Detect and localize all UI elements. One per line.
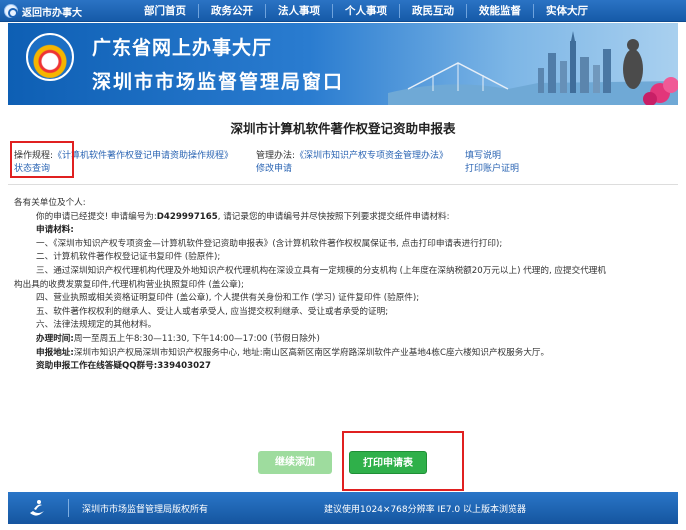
material-item-5: 五、软件著作权权利的继承人、受让人或者承受人, 应当提交权利继承、受让或者承受的… bbox=[36, 306, 389, 317]
material-item-2: 二、计算机软件著作权登记证书复印件 (验原件); bbox=[36, 252, 221, 263]
qq-group: 资助申报工作在线答疑QQ群号:339403027 bbox=[14, 360, 674, 374]
qq-number: 339403027 bbox=[157, 361, 212, 372]
footer: 深圳市市场监督管理局版权所有 建议使用1024×768分辨率 IE7.0 以上版… bbox=[8, 492, 678, 524]
footer-copyright: 深圳市市场监督管理局版权所有 bbox=[82, 505, 209, 515]
home-icon bbox=[4, 4, 18, 18]
footer-logo-icon bbox=[30, 500, 44, 516]
nav-interaction[interactable]: 政民互动 bbox=[399, 4, 466, 18]
nav-service-hall[interactable]: 实体大厅 bbox=[533, 4, 600, 18]
address-value: 深圳市知识产权局深圳市知识产权服务中心, 地址:南山区高新区南区学府路深圳软件产… bbox=[73, 347, 550, 358]
notice-content: 各有关单位及个人: 你的申请已经提交! 申请编号为:D429997165, 请记… bbox=[14, 197, 674, 374]
materials-title: 申请材料: bbox=[36, 225, 74, 236]
office-hours: 办理时间:周一至周五上午8:30—11:30, 下午14:00—17:00 (节… bbox=[14, 333, 674, 347]
rules-link[interactable]: 《计算机软件著作权登记申请资助操作规程》 bbox=[53, 151, 233, 161]
material-item-3-cont: 构出具的收费发票复印件,代理机构营业执照复印件 (盖公章); bbox=[14, 279, 244, 290]
banner-subtitle: 深圳市市场监督管理局窗口 bbox=[92, 71, 345, 93]
material-item-1: 一、《深圳市知识产权专项资金—计算机软件登记资助申报表》(含计算机软件著作权权属… bbox=[36, 238, 503, 249]
nav-gov-affairs[interactable]: 政务公开 bbox=[198, 4, 265, 18]
submission-address: 申报地址:深圳市知识产权局深圳市知识产权服务中心, 地址:南山区高新区南区学府路… bbox=[14, 347, 674, 361]
nav-dept-home[interactable]: 部门首页 bbox=[132, 4, 198, 18]
continue-add-button[interactable]: 继续添加 bbox=[258, 451, 332, 474]
modify-application-link[interactable]: 修改申请 bbox=[256, 164, 292, 174]
emblem-logo bbox=[26, 33, 74, 81]
nav-personal[interactable]: 个人事项 bbox=[332, 4, 399, 18]
main-nav: 部门首页 政务公开 法人事项 个人事项 政民互动 效能监督 实体大厅 bbox=[132, 0, 600, 22]
ops-policy-block: 管理办法:《深圳市知识产权专项资金管理办法》 修改申请 bbox=[256, 150, 448, 176]
highlight-box-ops bbox=[10, 141, 74, 178]
material-item-4: 四、营业执照或相关资格证明复印件 (盖公章), 个人提供有关身份和工作 (学习)… bbox=[36, 293, 420, 304]
back-link-label: 返回市办事大 bbox=[22, 7, 82, 19]
top-nav-bar: 返回市办事大 部门首页 政务公开 法人事项 个人事项 政民互动 效能监督 实体大… bbox=[0, 0, 686, 22]
back-to-city-hall-link[interactable]: 返回市办事大 bbox=[4, 3, 82, 19]
highlight-box-print bbox=[342, 431, 464, 491]
material-item-3: 三、通过深圳知识产权代理机构代理及外地知识产权代理机构在深设立具有一定规模的分支… bbox=[36, 265, 606, 276]
footer-divider bbox=[68, 499, 69, 517]
qq-label: 资助申报工作在线答疑QQ群号: bbox=[36, 361, 158, 372]
greeting: 各有关单位及个人: bbox=[14, 198, 86, 208]
application-number: D429997165 bbox=[156, 211, 218, 222]
submitted-suffix: , 请记录您的申请编号并尽快按照下列要求提交纸件申请材料: bbox=[217, 211, 450, 222]
header-banner: 广东省网上办事大厅 深圳市市场监督管理局窗口 bbox=[8, 23, 678, 105]
divider bbox=[8, 184, 678, 185]
fill-guide-link[interactable]: 填写说明 bbox=[465, 151, 501, 161]
material-item-6: 六、法律法规规定的其他材料。 bbox=[36, 320, 157, 331]
print-account-proof-link[interactable]: 打印账户证明 bbox=[465, 164, 519, 174]
submitted-message: 你的申请已经提交! 申请编号为:D429997165, 请记录您的申请编号并尽快… bbox=[14, 211, 674, 225]
hours-value: 周一至周五上午8:30—11:30, 下午14:00—17:00 (节假日除外) bbox=[73, 333, 320, 344]
ops-help-block: 填写说明 打印账户证明 bbox=[465, 150, 519, 176]
city-skyline-image bbox=[388, 31, 678, 105]
banner-title: 广东省网上办事大厅 bbox=[92, 37, 273, 59]
hours-label: 办理时间: bbox=[36, 333, 74, 344]
nav-legal-entity[interactable]: 法人事项 bbox=[265, 4, 332, 18]
policy-link[interactable]: 《深圳市知识产权专项资金管理办法》 bbox=[295, 151, 448, 161]
policy-label: 管理办法: bbox=[256, 151, 296, 161]
footer-browser-tip: 建议使用1024×768分辨率 IE7.0 以上版本浏览器 bbox=[324, 505, 526, 515]
nav-supervision[interactable]: 效能监督 bbox=[466, 4, 533, 18]
address-label: 申报地址: bbox=[36, 347, 74, 358]
page-title: 深圳市计算机软件著作权登记资助申报表 bbox=[230, 121, 456, 136]
submitted-prefix: 你的申请已经提交! 申请编号为: bbox=[36, 211, 157, 222]
